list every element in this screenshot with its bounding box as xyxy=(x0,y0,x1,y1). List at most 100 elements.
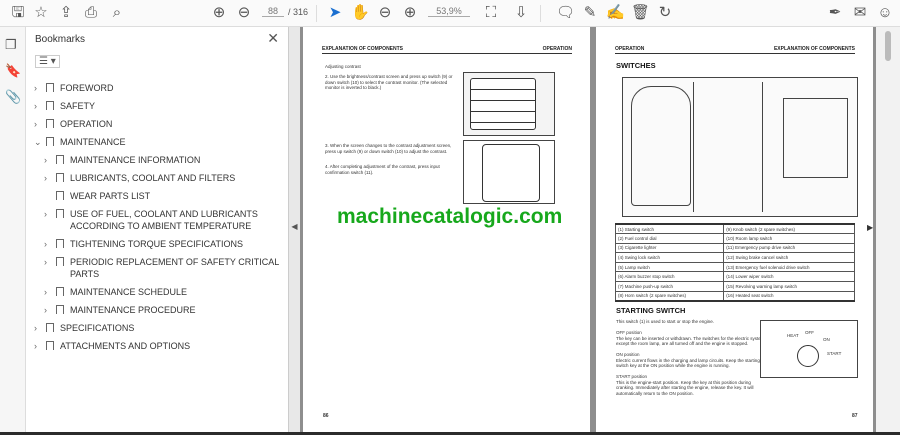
chevron-right-icon[interactable]: › xyxy=(44,304,54,316)
vertical-scrollbar[interactable] xyxy=(876,27,900,432)
comment-icon[interactable]: 🗨 xyxy=(556,4,575,22)
zoom-input[interactable]: 53,9% xyxy=(428,6,470,17)
attachment-icon[interactable]: 📎 xyxy=(5,89,21,105)
header-left: OPERATION xyxy=(615,46,645,52)
trash-icon[interactable]: 🗑 xyxy=(631,4,650,22)
bookmark-item[interactable]: ⌄ MAINTENANCE xyxy=(26,133,288,151)
bookmark-item[interactable]: › USE OF FUEL, COOLANT AND LUBRICANTS ACC… xyxy=(26,205,288,235)
bookmark-label: ATTACHMENTS AND OPTIONS xyxy=(60,341,191,351)
page-number-input[interactable]: 88 xyxy=(262,6,284,17)
bookmarks-title: Bookmarks xyxy=(35,34,86,45)
search-icon[interactable]: ⌕ xyxy=(108,4,126,22)
bookmark-icon xyxy=(54,172,64,182)
table-row: (8) Horn switch (2 spare switches) (16) H… xyxy=(614,290,855,302)
save-icon[interactable]: 🖫 xyxy=(9,4,27,22)
key-label-off: OFF xyxy=(805,330,814,335)
bookmark-options-button[interactable]: ☰ ▾ xyxy=(35,55,60,68)
hand-icon[interactable]: ✋ xyxy=(351,4,370,22)
panel-splitter[interactable]: ◀ xyxy=(289,27,300,432)
table-cell: (1) Starting switch xyxy=(614,223,725,235)
chevron-right-icon[interactable]: › xyxy=(34,340,44,352)
table-row: (2) Fuel control dial (10) Room lamp swit… xyxy=(614,233,855,244)
zoom-in-icon[interactable]: ⊕ xyxy=(401,4,419,22)
chevron-right-icon[interactable]: › xyxy=(34,322,44,334)
bookmark-item[interactable]: › MAINTENANCE SCHEDULE xyxy=(26,283,288,301)
chevron-right-icon[interactable]: › xyxy=(44,256,54,280)
bookmark-item[interactable]: › OPERATION xyxy=(26,115,288,133)
table-row: (5) Lamp switch (13) Emergency fuel solen… xyxy=(614,261,855,273)
key-dial-drawing xyxy=(797,345,819,367)
chevron-right-icon[interactable]: › xyxy=(34,118,44,130)
bookmark-label: MAINTENANCE PROCEDURE xyxy=(70,305,196,315)
pages-icon[interactable]: ❐ xyxy=(5,37,17,53)
chevron-right-icon[interactable]: › xyxy=(44,208,54,232)
account-icon[interactable]: ☺ xyxy=(876,4,894,22)
console-drawing xyxy=(693,82,763,212)
bookmark-icon xyxy=(44,118,54,128)
divider xyxy=(540,5,541,22)
close-icon[interactable]: ✕ xyxy=(267,30,279,47)
page-total: / 316 xyxy=(288,7,309,17)
step-3: 3. When the screen changes to the contra… xyxy=(325,143,452,154)
table-cell: (11) Emergency pump drive switch xyxy=(723,242,855,254)
fit-page-icon[interactable]: ⛶ xyxy=(482,4,500,22)
bookmark-label: MAINTENANCE xyxy=(60,137,126,147)
chevron-right-icon[interactable]: › xyxy=(34,82,44,94)
seat-drawing xyxy=(631,86,691,206)
bookmark-icon xyxy=(44,322,54,332)
watermark: machinecatalogic.com xyxy=(337,205,563,228)
upload-icon[interactable]: ⇪ xyxy=(57,4,75,22)
fill-sign-icon[interactable]: ✒ xyxy=(826,4,844,22)
switch-panel-image xyxy=(470,78,536,130)
bookmark-icon[interactable]: 🔖 xyxy=(5,63,21,79)
table-cell: (2) Fuel control dial xyxy=(614,233,725,244)
page-up-icon[interactable]: ⊕ xyxy=(210,4,228,22)
star-icon[interactable]: ☆ xyxy=(32,4,50,22)
bookmark-item[interactable]: WEAR PARTS LIST xyxy=(26,187,288,205)
collapse-arrow-icon[interactable]: ▶ xyxy=(867,223,873,232)
bookmark-item[interactable]: › PERIODIC REPLACEMENT OF SAFETY CRITICAL… xyxy=(26,253,288,283)
chevron-right-icon[interactable]: › xyxy=(44,286,54,298)
sign-icon[interactable]: ✍ xyxy=(606,4,625,22)
key-switch-figure: HEAT OFF ON START xyxy=(760,320,858,378)
screen-image xyxy=(482,144,540,202)
bookmark-label: OPERATION xyxy=(60,119,113,129)
bookmark-item[interactable]: › TIGHTENING TORQUE SPECIFICATIONS xyxy=(26,235,288,253)
pen-icon[interactable]: ✎ xyxy=(581,4,599,22)
bullet-text: Adjusting contrast xyxy=(325,64,361,69)
bookmark-list: › FOREWORD › SAFETY › OPERATION ⌄ MAINTENANCE › M… xyxy=(26,79,288,355)
select-arrow-icon[interactable]: ➤ xyxy=(326,4,344,22)
page-number: 86 xyxy=(323,413,329,419)
rotate-icon[interactable]: ↻ xyxy=(656,4,674,22)
print-icon[interactable]: ⎙ xyxy=(82,4,100,22)
bookmark-item[interactable]: › ATTACHMENTS AND OPTIONS xyxy=(26,337,288,355)
chevron-right-icon[interactable]: › xyxy=(44,238,54,250)
zoom-out-icon[interactable]: ⊖ xyxy=(376,4,394,22)
off-text: The key can be inserted or withdrawn. Th… xyxy=(616,335,765,347)
contrast-screen-figure xyxy=(463,140,555,204)
scroll-mode-icon[interactable]: ⇩ xyxy=(512,4,530,22)
bookmark-item[interactable]: › LUBRICANTS, COOLANT AND FILTERS xyxy=(26,169,288,187)
chevron-right-icon[interactable]: › xyxy=(34,100,44,112)
page-down-icon[interactable]: ⊖ xyxy=(235,4,253,22)
toolbar: 🖫 ☆ ⇪ ⎙ ⌕ ⊕ ⊖ 88 / 316 ➤ ✋ ⊖ ⊕ 53,9% ⛶ ⇩… xyxy=(0,0,900,27)
intro-text: This switch (1) is used to start or stop… xyxy=(616,319,715,324)
table-cell: (10) Room lamp switch xyxy=(723,233,855,244)
chevron-right-icon[interactable]: › xyxy=(44,154,54,166)
mail-icon[interactable]: ✉ xyxy=(851,4,869,22)
divider xyxy=(316,5,317,22)
bookmark-item[interactable]: › SAFETY xyxy=(26,97,288,115)
bookmark-item[interactable]: › MAINTENANCE INFORMATION xyxy=(26,151,288,169)
header-right: EXPLANATION OF COMPONENTS xyxy=(773,46,855,52)
scroll-thumb[interactable] xyxy=(885,31,891,61)
bookmark-item[interactable]: › FOREWORD xyxy=(26,79,288,97)
key-label-on: ON xyxy=(823,337,830,342)
bookmark-icon xyxy=(54,256,64,266)
bookmark-icon xyxy=(44,136,54,146)
bookmark-item[interactable]: › MAINTENANCE PROCEDURE xyxy=(26,301,288,319)
page-header: OPERATION EXPLANATION OF COMPONENTS xyxy=(615,46,855,54)
chevron-right-icon[interactable]: › xyxy=(44,172,54,184)
chevron-right-icon[interactable] xyxy=(44,190,54,202)
bookmark-item[interactable]: › SPECIFICATIONS xyxy=(26,319,288,337)
chevron-down-icon[interactable]: ⌄ xyxy=(34,136,44,148)
